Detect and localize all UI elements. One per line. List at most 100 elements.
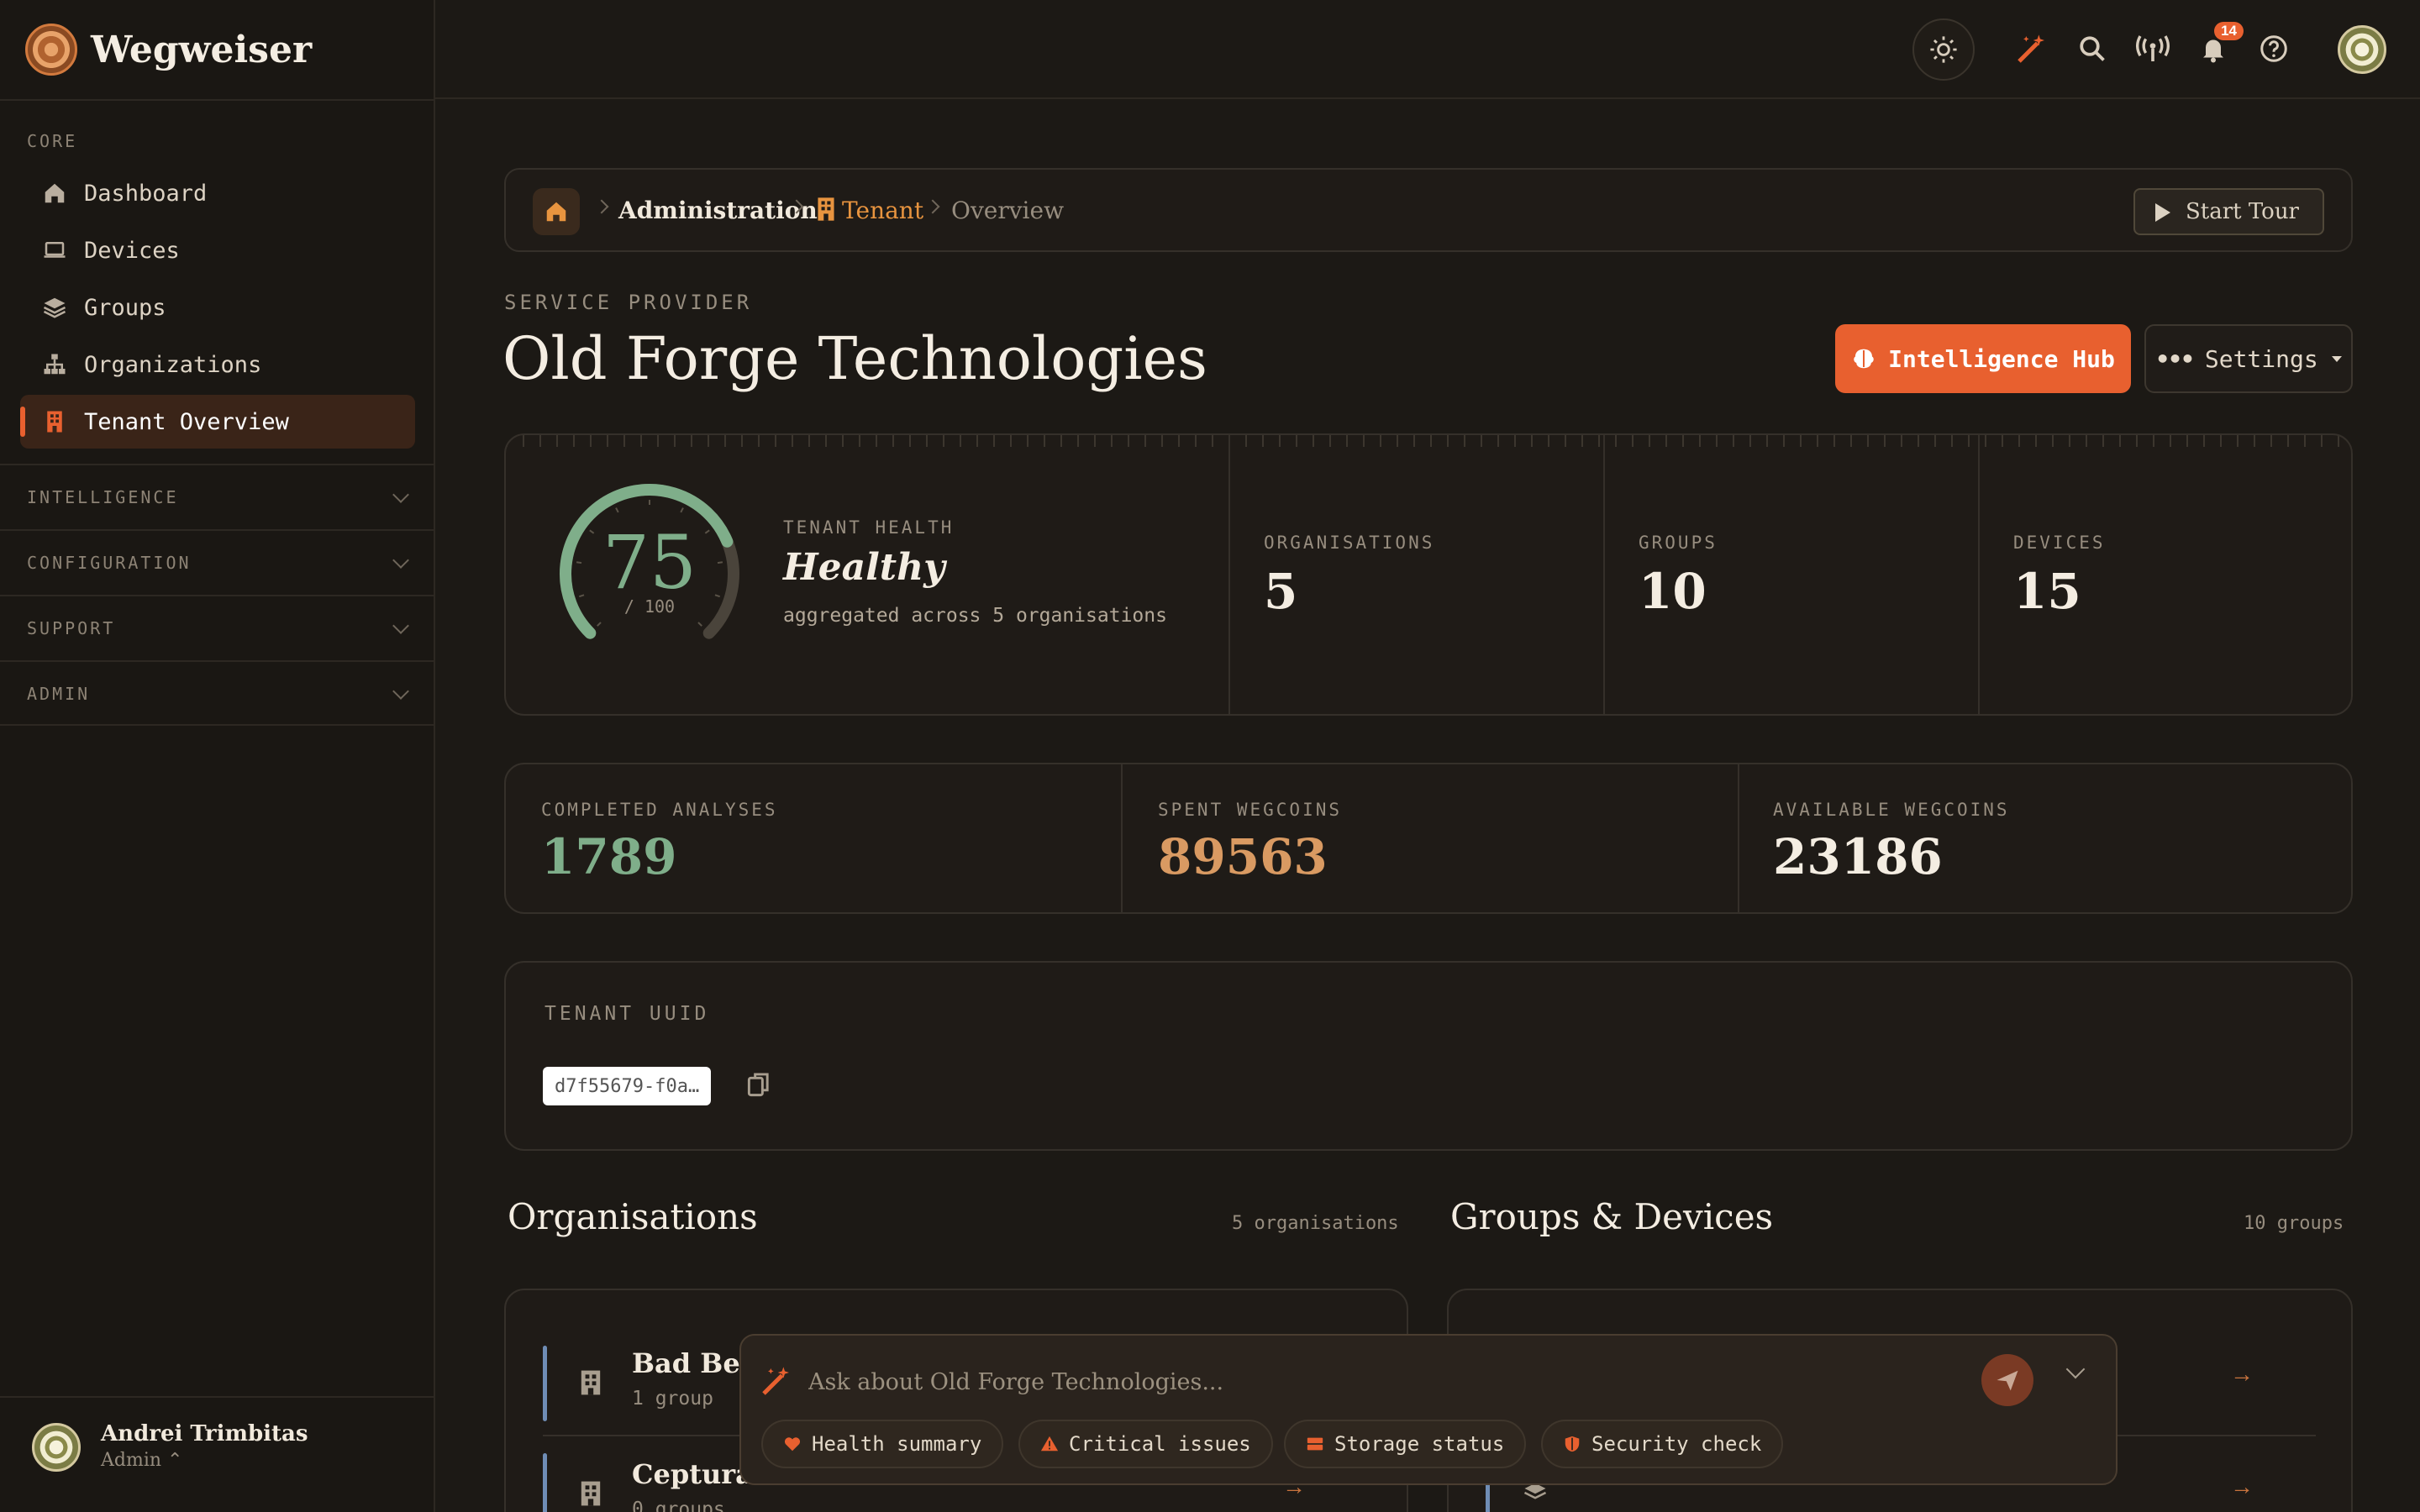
layers-icon (40, 293, 69, 322)
available-wegcoins-value: 23186 (1773, 828, 1943, 885)
arrow-right-icon[interactable]: → (2230, 1361, 2254, 1388)
building-icon (817, 197, 835, 226)
tenant-uuid-card: TENANT UUID d7f55679-f0a… (504, 961, 2353, 1151)
ai-magic-button[interactable] (2008, 25, 2055, 72)
nav-section-label: SUPPORT (27, 618, 116, 638)
brain-icon (1854, 349, 1874, 369)
org-name: Ceptura (632, 1458, 753, 1490)
tick-decoration (506, 435, 2351, 447)
chip-label: Storage status (1334, 1432, 1505, 1456)
avatar (32, 1423, 81, 1472)
nav-section-intelligence[interactable]: INTELLIGENCE (0, 464, 434, 529)
user-menu[interactable]: Andrei Trimbitas Admin ⌃ (0, 1396, 434, 1512)
chip-storage-status[interactable]: Storage status (1284, 1420, 1527, 1468)
chip-label: Health summary (812, 1432, 982, 1456)
more-dots-icon: ••• (2155, 344, 2195, 373)
gauge-tick (597, 622, 602, 627)
intelligence-hub-button[interactable]: Intelligence Hub (1835, 324, 2131, 393)
chip-security-check[interactable]: Security check (1541, 1420, 1784, 1468)
warning-icon (1040, 1436, 1059, 1452)
building-icon (40, 407, 69, 436)
spent-wegcoins-label: SPENT WEGCOINS (1158, 800, 1343, 820)
chip-health-summary[interactable]: Health summary (761, 1420, 1004, 1468)
tenant-uuid-value[interactable]: d7f55679-f0a… (543, 1067, 712, 1105)
gauge-tick (697, 622, 702, 627)
magic-wand-icon (2018, 34, 2044, 63)
search-icon (2080, 36, 2105, 61)
start-tour-button[interactable]: Start Tour (2133, 188, 2324, 235)
stat-divider (1978, 435, 1980, 714)
nav-section-label: INTELLIGENCE (27, 487, 179, 507)
search-button[interactable] (2069, 25, 2116, 72)
row-accent (543, 1346, 547, 1421)
connectivity-button[interactable] (2129, 25, 2176, 72)
magic-wand-icon (762, 1367, 789, 1395)
brand-logo-icon (25, 24, 77, 76)
breadcrumb-overview: Overview (951, 197, 1065, 224)
stat-divider (1228, 435, 1230, 714)
stat-groups-label: GROUPS (1639, 533, 1718, 553)
groups-devices-heading: Groups & Devices (1450, 1196, 1774, 1237)
building-icon (581, 1481, 601, 1506)
settings-label: Settings (2204, 344, 2318, 373)
nav-section-core-label: CORE (27, 131, 78, 151)
completed-analyses-value: 1789 (541, 828, 677, 885)
help-button[interactable] (2250, 25, 2297, 72)
breadcrumb-tenant[interactable]: Tenant (842, 197, 923, 224)
topbar: 14 (435, 0, 2420, 99)
health-caption: aggregated across 5 organisations (783, 605, 1167, 627)
health-score-max: / 100 (623, 596, 676, 617)
stat-divider (1603, 435, 1605, 714)
heart-icon (784, 1437, 801, 1452)
settings-button[interactable]: ••• Settings (2144, 324, 2353, 393)
user-name: Andrei Trimbitas (101, 1421, 308, 1446)
health-status: Healthy (783, 546, 945, 589)
sidebar-item-devices[interactable]: Devices (20, 223, 415, 277)
collapse-button[interactable] (2065, 1359, 2086, 1379)
nav-section-configuration[interactable]: CONFIGURATION (0, 529, 434, 595)
chip-critical-issues[interactable]: Critical issues (1018, 1420, 1273, 1468)
chevron-right-icon (925, 199, 940, 214)
breadcrumb-administration[interactable]: Administration (618, 197, 818, 224)
home-icon (40, 179, 69, 207)
stat-devices-label: DEVICES (2013, 533, 2106, 553)
profile-avatar-button[interactable] (2338, 25, 2386, 74)
sidebar-item-organizations[interactable]: Organizations (20, 338, 415, 391)
page-eyebrow: SERVICE PROVIDER (504, 291, 753, 314)
breadcrumb-home-button[interactable] (533, 188, 580, 235)
gauge-tick (680, 507, 684, 513)
building-icon (581, 1370, 601, 1395)
sidebar-item-dashboard[interactable]: Dashboard (20, 166, 415, 220)
stat-organisations-label: ORGANISATIONS (1264, 533, 1435, 553)
brand-name: Wegweiser (91, 28, 313, 71)
stat-divider (1121, 764, 1123, 912)
home-icon (546, 202, 566, 222)
org-sub: 0 groups (632, 1499, 725, 1512)
theme-toggle-button[interactable] (1912, 18, 1975, 81)
notification-badge: 14 (2214, 22, 2244, 40)
copy-uuid-button[interactable] (746, 1072, 771, 1103)
ask-assistant-bar: Health summary Critical issues Storage s… (739, 1334, 2118, 1485)
org-chart-icon (40, 350, 69, 379)
sun-icon (1930, 36, 1957, 63)
completed-analyses-label: COMPLETED ANALYSES (541, 800, 778, 820)
notifications-button[interactable]: 14 (2190, 22, 2244, 72)
sidebar-divider (0, 660, 434, 726)
row-accent (543, 1453, 547, 1512)
nav-section-support[interactable]: SUPPORT (0, 595, 434, 660)
tenant-uuid-label: TENANT UUID (544, 1003, 710, 1025)
available-wegcoins-label: AVAILABLE WEGCOINS (1773, 800, 2010, 820)
tenant-health-card: 75 / 100 TENANT HEALTH Healthy aggregate… (504, 433, 2353, 716)
sidebar-item-tenant-overview[interactable]: Tenant Overview (20, 395, 415, 449)
arrow-right-icon[interactable]: → (2230, 1473, 2254, 1500)
stat-groups-value: 10 (1639, 563, 1707, 620)
sidebar-item-label: Dashboard (84, 180, 208, 207)
health-label: TENANT HEALTH (783, 517, 955, 538)
sidebar-item-groups[interactable]: Groups (20, 281, 415, 334)
brand[interactable]: Wegweiser (25, 24, 312, 76)
stat-divider (1738, 764, 1739, 912)
send-button[interactable] (1981, 1354, 2033, 1406)
chip-label: Critical issues (1069, 1432, 1251, 1456)
ask-input[interactable] (808, 1361, 1901, 1403)
stat-organisations-value: 5 (1264, 563, 1298, 620)
